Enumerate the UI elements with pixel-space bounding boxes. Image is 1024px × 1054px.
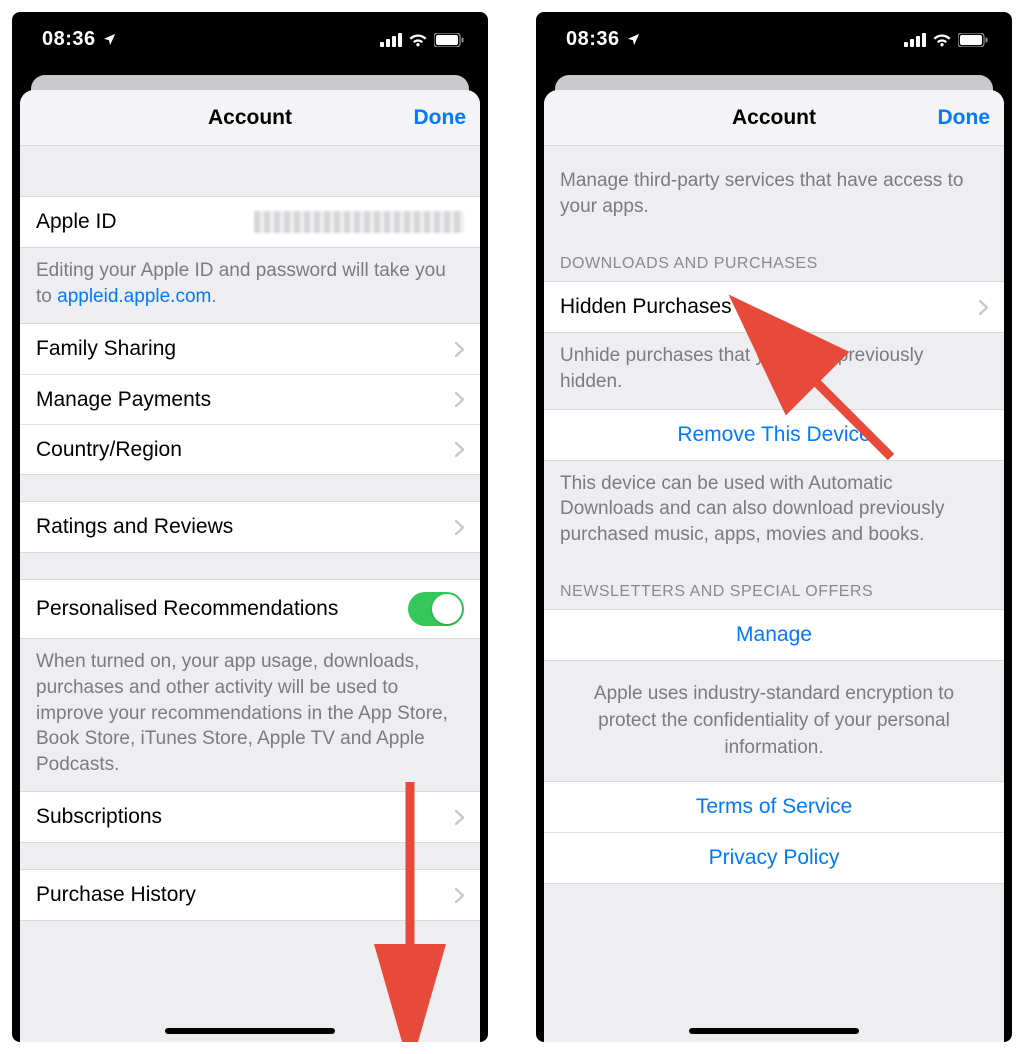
chevron-right-icon <box>455 888 464 903</box>
terms-of-service-link[interactable]: Terms of Service <box>544 782 1004 832</box>
remove-device-button[interactable]: Remove This Device <box>544 409 1004 461</box>
hidden-purchases-label: Hidden Purchases <box>560 295 971 319</box>
downloads-section-header: Downloads and Purchases <box>544 233 1004 281</box>
account-links-group: Family Sharing Manage Payments Country/R… <box>20 323 480 475</box>
location-icon <box>626 32 641 47</box>
status-time: 08:36 <box>42 28 96 51</box>
apple-id-label: Apple ID <box>36 210 254 234</box>
status-bar: 08:36 <box>536 12 1012 67</box>
phone-right: 08:36 Account Done Manage third-party se… <box>536 12 1012 1042</box>
wifi-icon <box>408 33 428 47</box>
hidden-purchases-row[interactable]: Hidden Purchases <box>544 282 1004 332</box>
apple-id-value-redacted <box>254 211 464 233</box>
personalised-toggle[interactable] <box>408 592 464 626</box>
chevron-right-icon <box>455 810 464 825</box>
location-icon <box>102 32 117 47</box>
apple-id-group: Apple ID <box>20 196 480 248</box>
done-button[interactable]: Done <box>414 90 467 145</box>
third-party-footer: Manage third-party services that have ac… <box>544 154 1004 233</box>
country-region-label: Country/Region <box>36 438 447 462</box>
subscriptions-row[interactable]: Subscriptions <box>20 792 480 842</box>
nav-bar: Account Done <box>20 90 480 146</box>
chevron-right-icon <box>455 442 464 457</box>
ratings-reviews-label: Ratings and Reviews <box>36 515 447 539</box>
manage-newsletters-button[interactable]: Manage <box>544 609 1004 661</box>
done-button[interactable]: Done <box>938 90 991 145</box>
chevron-right-icon <box>455 342 464 357</box>
nav-bar: Account Done <box>544 90 1004 146</box>
encryption-note: Apple uses industry-standard encryption … <box>544 661 1004 781</box>
status-time: 08:36 <box>566 28 620 51</box>
chevron-right-icon <box>455 520 464 535</box>
country-region-row[interactable]: Country/Region <box>20 424 480 474</box>
ratings-reviews-row[interactable]: Ratings and Reviews <box>20 502 480 552</box>
status-bar: 08:36 <box>12 12 488 67</box>
newsletters-section-header: Newsletters and Special Offers <box>544 561 1004 609</box>
appleid-link[interactable]: appleid.apple.com <box>57 286 211 307</box>
remove-device-footer: This device can be used with Automatic D… <box>544 461 1004 562</box>
chevron-right-icon <box>979 300 988 315</box>
account-sheet: Account Done Apple ID Editing your Apple… <box>20 90 480 1042</box>
purchase-history-label: Purchase History <box>36 883 447 907</box>
home-indicator <box>165 1028 335 1034</box>
cellular-icon <box>380 33 402 47</box>
wifi-icon <box>932 33 952 47</box>
battery-icon <box>958 33 988 47</box>
personalised-row[interactable]: Personalised Recommendations <box>20 580 480 638</box>
phone-left: 08:36 Account Done <box>12 12 488 1042</box>
privacy-policy-link[interactable]: Privacy Policy <box>544 832 1004 883</box>
chevron-right-icon <box>455 392 464 407</box>
battery-icon <box>434 33 464 47</box>
hidden-purchases-footer: Unhide purchases that you have previousl… <box>544 333 1004 408</box>
family-sharing-label: Family Sharing <box>36 337 447 361</box>
purchase-history-group: Purchase History <box>20 869 480 921</box>
ratings-group: Ratings and Reviews <box>20 501 480 553</box>
page-title: Account <box>732 106 816 130</box>
home-indicator <box>689 1028 859 1034</box>
manage-payments-row[interactable]: Manage Payments <box>20 374 480 424</box>
page-title: Account <box>208 106 292 130</box>
personalised-footer: When turned on, your app usage, download… <box>20 639 480 791</box>
cellular-icon <box>904 33 926 47</box>
apple-id-row[interactable]: Apple ID <box>20 197 480 247</box>
personalised-label: Personalised Recommendations <box>36 597 408 621</box>
subscriptions-group: Subscriptions <box>20 791 480 843</box>
apple-id-footer: Editing your Apple ID and password will … <box>20 248 480 323</box>
account-sheet: Account Done Manage third-party services… <box>544 90 1004 1042</box>
family-sharing-row[interactable]: Family Sharing <box>20 324 480 374</box>
personalised-group: Personalised Recommendations <box>20 579 480 639</box>
hidden-purchases-group: Hidden Purchases <box>544 281 1004 333</box>
purchase-history-row[interactable]: Purchase History <box>20 870 480 920</box>
manage-payments-label: Manage Payments <box>36 388 447 412</box>
subscriptions-label: Subscriptions <box>36 805 447 829</box>
